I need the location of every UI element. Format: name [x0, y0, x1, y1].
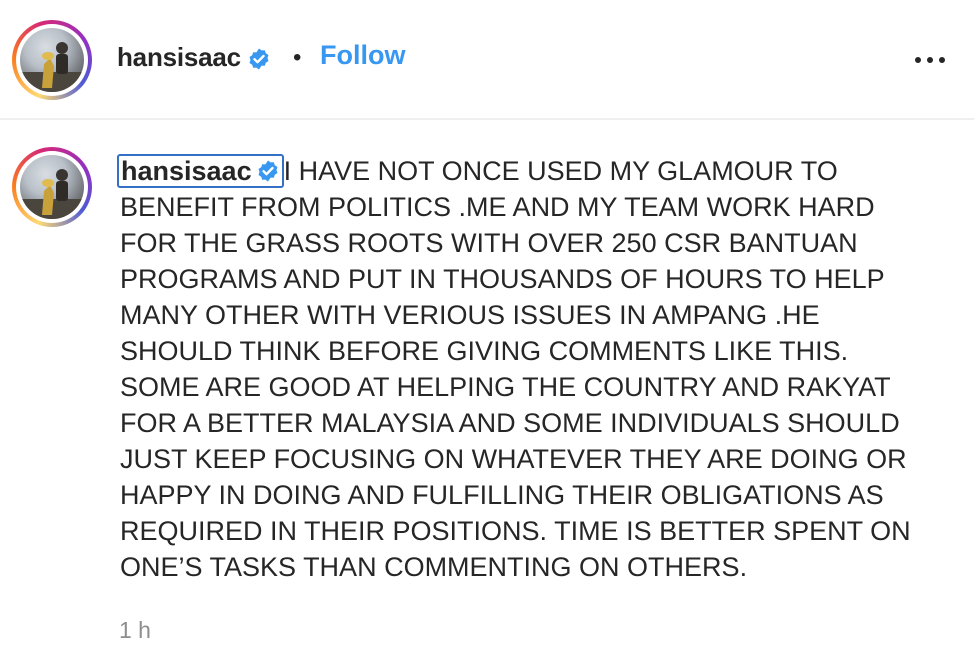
comment-text: I HAVE NOT ONCE USED MY GLAMOUR TO BENEF…	[120, 156, 911, 582]
post-header: hansisaac • Follow	[0, 0, 974, 120]
follow-button[interactable]: Follow	[320, 40, 405, 71]
avatar-photo	[20, 28, 84, 92]
profile-avatar[interactable]	[12, 20, 92, 100]
post-username[interactable]: hansisaac	[117, 42, 271, 73]
separator-dot: •	[293, 44, 302, 71]
comment-avatar[interactable]	[12, 147, 92, 227]
comment-username-text[interactable]: hansisaac	[121, 156, 252, 186]
verified-badge-icon	[249, 48, 269, 70]
avatar-photo	[20, 155, 84, 219]
more-options-icon[interactable]	[912, 48, 948, 72]
username-text[interactable]: hansisaac	[117, 42, 241, 72]
comment-timestamp[interactable]: 1 h	[119, 617, 151, 644]
verified-badge-icon	[258, 160, 278, 182]
comment-body: hansisaac I HAVE NOT ONCE USED MY GLAMOU…	[117, 153, 920, 585]
comment-username[interactable]: hansisaac	[117, 154, 284, 188]
